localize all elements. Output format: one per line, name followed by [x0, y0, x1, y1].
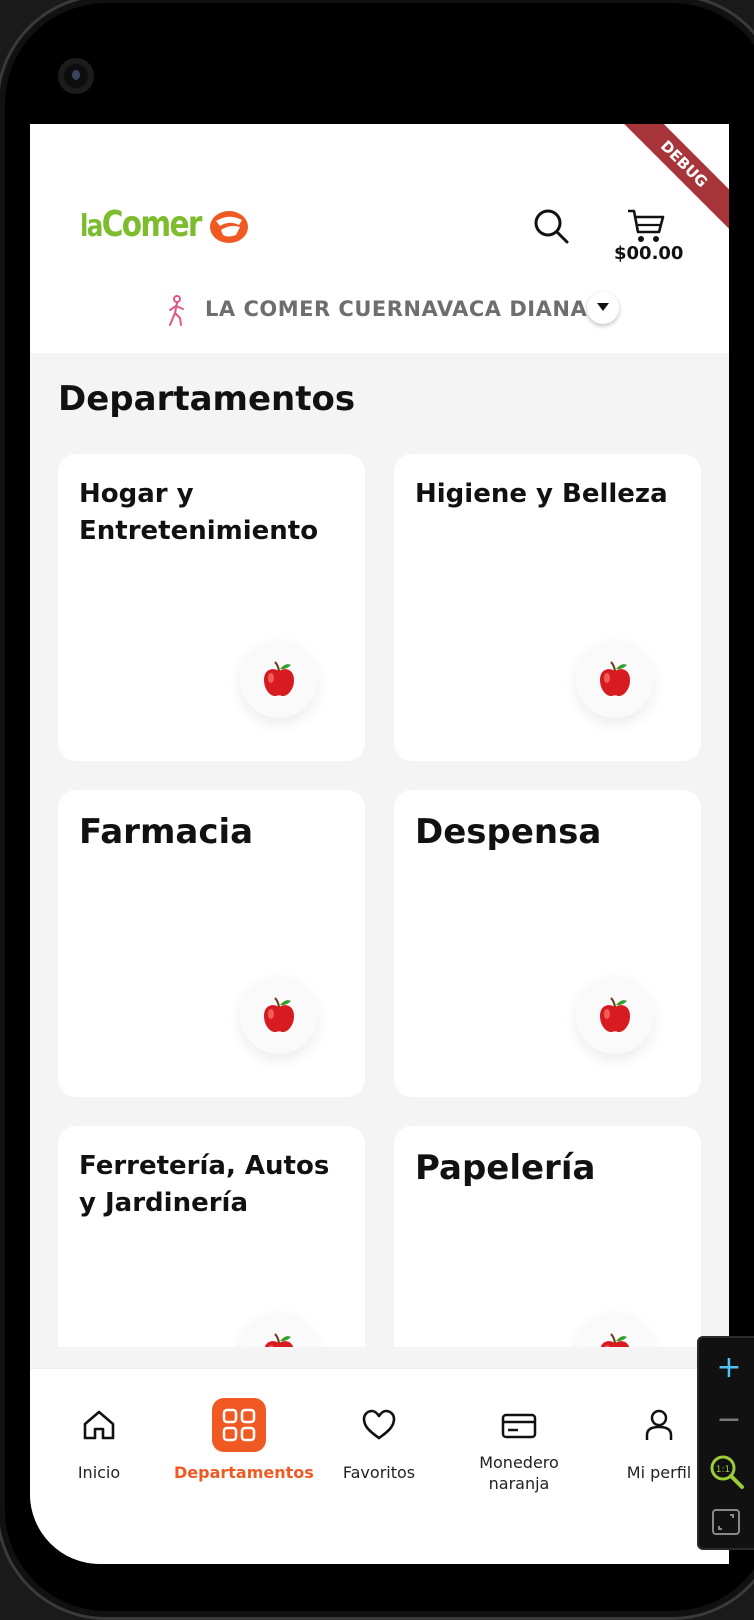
- apple-icon: [264, 661, 294, 697]
- department-label: Papelería: [415, 1148, 596, 1188]
- cart-total: $00.00: [614, 243, 684, 264]
- nav-label: Inicio: [77, 1463, 121, 1482]
- card-icon: [501, 1413, 537, 1439]
- nav-icon-container: [632, 1398, 686, 1452]
- nav-item-favoritos[interactable]: Favoritos: [314, 1369, 444, 1483]
- chevron-down-icon[interactable]: [587, 292, 619, 324]
- la-comer-logo[interactable]: laComer: [80, 204, 203, 245]
- cart-icon[interactable]: [626, 206, 666, 246]
- nav-icon-container: [212, 1398, 266, 1452]
- nav-item-departamentos[interactable]: Departamentos: [174, 1369, 314, 1483]
- department-label: Higiene y Belleza: [415, 479, 668, 509]
- department-badge: [576, 976, 654, 1054]
- store-name: LA COMER CUERNAVACA DIANA: [205, 297, 588, 321]
- zoom-reset-label: 1:1: [716, 1465, 730, 1475]
- nav-icon-container: [352, 1398, 406, 1452]
- department-card[interactable]: Higiene y Belleza: [394, 454, 701, 761]
- front-camera: [58, 58, 94, 94]
- nav-label: Favoritos: [342, 1463, 416, 1482]
- zoom-in-button[interactable]: +: [713, 1352, 745, 1384]
- store-selector[interactable]: LA COMER CUERNAVACA DIANA: [30, 292, 729, 332]
- page-title: Departamentos: [58, 379, 356, 419]
- department-card[interactable]: Hogar y Entretenimiento: [58, 454, 365, 761]
- department-card[interactable]: Farmacia: [58, 790, 365, 1097]
- nav-icon-container: [72, 1398, 126, 1452]
- nav-label: Departamentos: [174, 1463, 314, 1482]
- heart-icon: [362, 1409, 396, 1440]
- department-card[interactable]: Ferretería, Autos y Jardinería: [58, 1126, 365, 1347]
- search-icon[interactable]: [531, 206, 571, 246]
- department-badge: [240, 1312, 318, 1347]
- apple-icon: [264, 997, 294, 1033]
- department-badge: [576, 640, 654, 718]
- nav-item-monedero[interactable]: Monedero naranja: [454, 1369, 584, 1494]
- logo-text-comer: Comer: [101, 204, 203, 245]
- department-badge: [576, 1312, 654, 1347]
- apple-icon: [600, 661, 630, 697]
- nav-icon-container: [492, 1398, 546, 1452]
- bottom-navigation: Inicio Departamentos Favoritos Monedero …: [30, 1368, 729, 1564]
- apple-icon: [600, 997, 630, 1033]
- app-screen: laComer $00.00 DEBUG LA COMER CUERNAVACA…: [30, 124, 729, 1564]
- user-icon: [645, 1409, 673, 1440]
- department-card[interactable]: Papelería: [394, 1126, 701, 1347]
- nav-label: Monedero naranja: [479, 1453, 559, 1493]
- department-badge: [240, 976, 318, 1054]
- app-header: laComer $00.00 DEBUG LA COMER CUERNAVACA…: [30, 124, 729, 353]
- zoom-reset-icon[interactable]: 1:1: [709, 1454, 745, 1490]
- department-label: Despensa: [415, 812, 602, 852]
- departments-grid: Hogar y Entretenimiento Higiene y Bellez…: [58, 454, 701, 1347]
- apple-icon: [600, 1333, 630, 1347]
- pedestrian-icon: [169, 295, 184, 326]
- home-icon: [83, 1410, 115, 1440]
- zoom-controls: + − 1:1: [697, 1336, 754, 1550]
- department-label: Ferretería, Autos y Jardinería: [79, 1151, 330, 1218]
- zoom-out-button[interactable]: −: [713, 1404, 745, 1436]
- nav-item-inicio[interactable]: Inicio: [34, 1369, 164, 1483]
- fit-screen-icon[interactable]: [711, 1508, 741, 1536]
- logo-text-la: la: [80, 209, 103, 244]
- department-label: Farmacia: [79, 812, 254, 852]
- apple-icon: [264, 1333, 294, 1347]
- grid-icon: [222, 1408, 256, 1442]
- department-badge: [240, 640, 318, 718]
- logo-mark-icon: [210, 211, 248, 243]
- department-card[interactable]: Despensa: [394, 790, 701, 1097]
- department-label: Hogar y Entretenimiento: [79, 479, 319, 546]
